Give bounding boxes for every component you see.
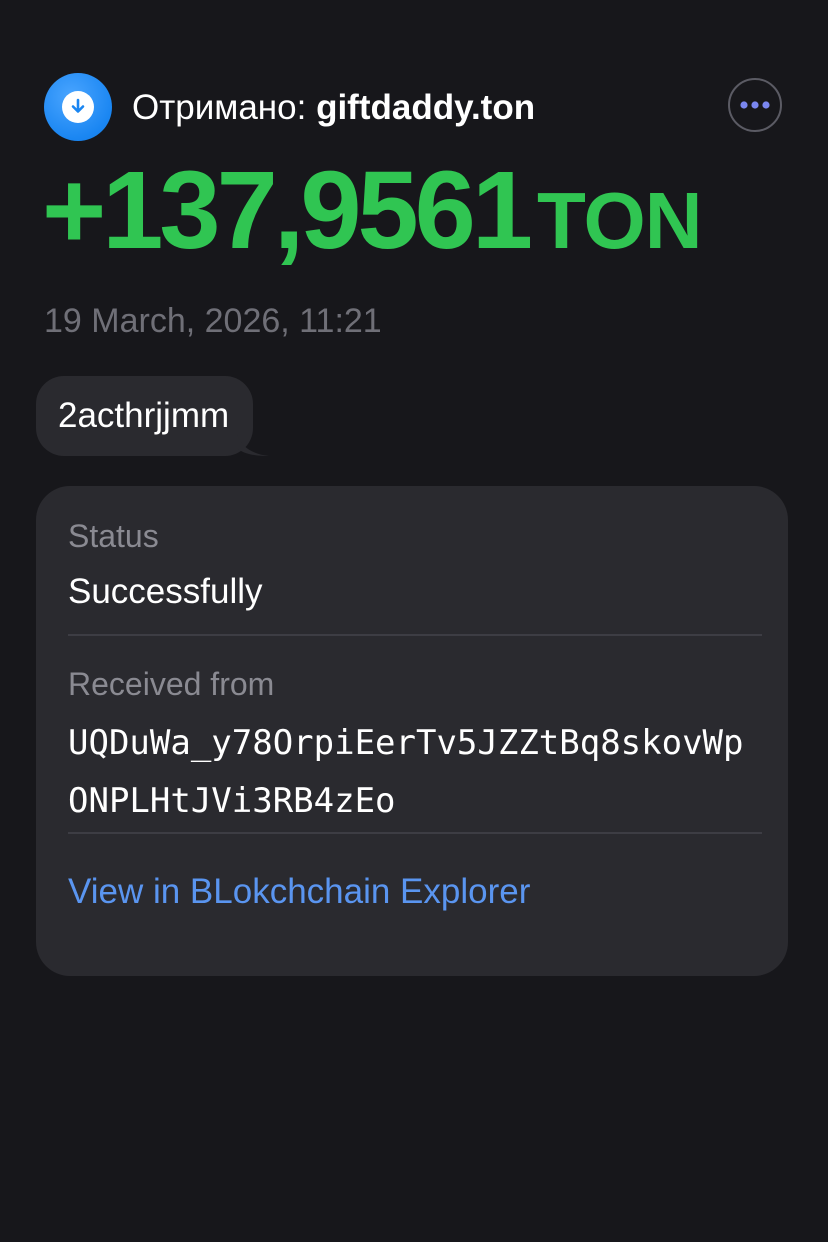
status-label: Status (68, 518, 159, 554)
download-arrow-icon (62, 91, 94, 123)
sender-name[interactable]: giftdaddy.ton (316, 88, 535, 127)
comment-container: 2acthrjjmm (36, 376, 270, 456)
received-icon (44, 73, 112, 141)
status-value: Successfully (68, 572, 263, 611)
received-from-section: Received from UQDuWa_y78OrpiEerTv5JZZtBq… (68, 636, 762, 832)
amount-display: +137,9561 TON (42, 156, 702, 266)
amount-currency: TON (537, 176, 702, 265)
more-button[interactable] (728, 78, 782, 132)
bubble-tail (237, 434, 270, 456)
status-section: Status Successfully (68, 516, 762, 634)
comment-text: 2acthrjjmm (58, 396, 230, 435)
divider (68, 832, 762, 834)
received-from-label: Received from (68, 666, 275, 702)
sender-address[interactable]: UQDuWa_y78OrpiEerTv5JZZtBq8skovWpONPLHtJ… (68, 714, 758, 830)
details-card: Status Successfully Received from UQDuWa… (36, 486, 788, 976)
transaction-title: Отримано: giftdaddy.ton (132, 90, 535, 125)
header: Отримано: giftdaddy.ton (44, 72, 782, 142)
transaction-datetime: 19 March, 2026, 11:21 (44, 302, 382, 340)
view-explorer-link[interactable]: View in BLokchchain Explorer (68, 872, 762, 912)
more-dots-icon (740, 101, 770, 109)
amount-value: +137,9561 (42, 149, 533, 272)
title-prefix: Отримано: (132, 87, 307, 127)
comment-bubble: 2acthrjjmm (36, 376, 270, 456)
